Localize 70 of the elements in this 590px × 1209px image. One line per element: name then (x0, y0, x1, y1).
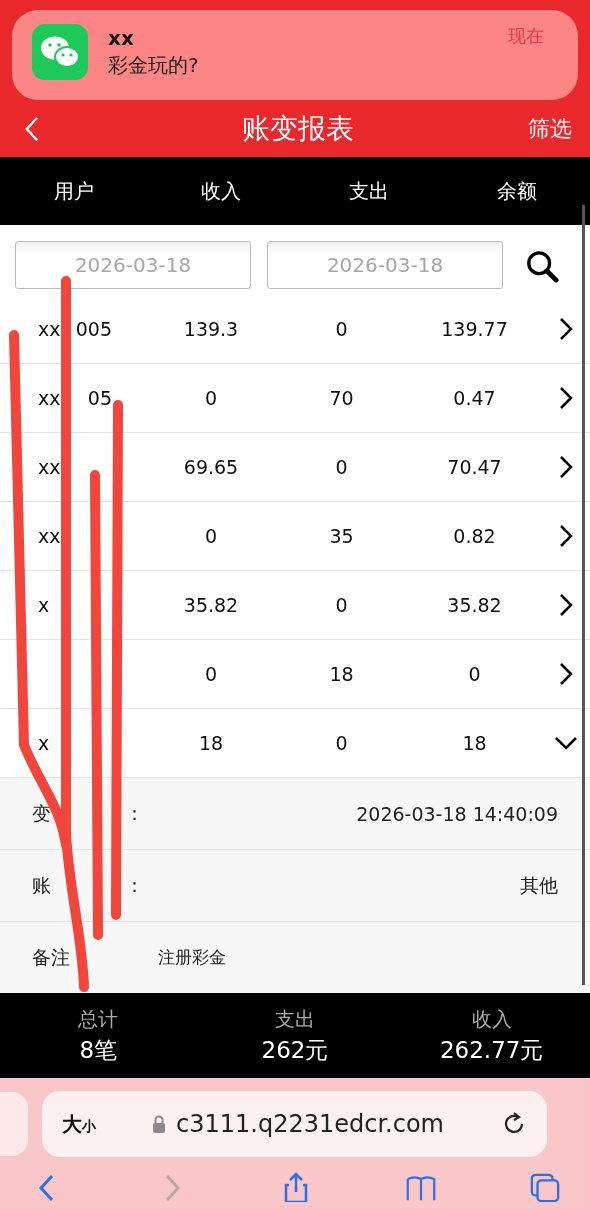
notification-message: 彩金玩的? (108, 52, 199, 79)
tabs-icon[interactable] (530, 1172, 560, 1202)
filter-button[interactable]: 筛选 (528, 113, 572, 144)
detail-label: ： (125, 872, 144, 898)
user-text: xx (38, 455, 61, 478)
column-header: 余额 (496, 177, 537, 205)
expense-cell: 0 (335, 731, 348, 754)
income-cell: 69.65 (183, 455, 239, 478)
user-text: xx (38, 386, 61, 409)
chevron-right-icon[interactable] (558, 592, 573, 617)
total-label: 支出 (275, 1005, 315, 1033)
search-icon[interactable] (525, 249, 559, 283)
income-cell: 0 (204, 524, 218, 547)
lock-icon (152, 1115, 166, 1133)
detail-label: ： (125, 800, 144, 826)
balance-cell: 0.47 (453, 386, 496, 409)
balance-cell: 70.47 (447, 455, 502, 478)
chevron-right-icon[interactable] (558, 385, 573, 410)
income-cell: 139.3 (183, 317, 239, 340)
user-text: xx (38, 317, 61, 340)
balance-cell: 0 (468, 662, 481, 685)
income-cell: 0 (204, 662, 218, 685)
user-text: 05 (87, 386, 112, 409)
expense-cell: 35 (329, 524, 354, 547)
user-text: x (38, 593, 50, 616)
chevron-right-icon[interactable] (558, 316, 573, 341)
user-text: xx (38, 524, 61, 547)
column-header: 用户 (53, 177, 94, 205)
balance-cell: 35.82 (447, 593, 502, 616)
income-cell: 35.82 (183, 593, 239, 616)
address-bar[interactable]: 大小 c3111.q2231edcr.com (42, 1091, 547, 1157)
column-header: 收入 (201, 177, 241, 205)
detail-label: 变 (32, 800, 51, 826)
income-cell: 18 (198, 731, 224, 754)
date-field[interactable]: 2026-03-18 (15, 241, 251, 289)
income-cell: 0 (204, 386, 218, 409)
total-label: 收入 (471, 1005, 512, 1033)
balance-cell: 0.82 (453, 524, 496, 547)
chat-app-icon (32, 24, 88, 80)
expense-cell: 0 (335, 317, 348, 340)
notification-time: 现在 (508, 24, 544, 48)
detail-value: 其他 (520, 872, 558, 898)
notification-sender: xx (108, 26, 135, 50)
column-header: 支出 (349, 177, 389, 205)
back-icon[interactable] (24, 114, 39, 143)
remark-value: 注册彩金 (158, 946, 226, 969)
detail-label: 账 (32, 872, 51, 898)
notification-card[interactable]: xx 彩金玩的? 现在 (12, 10, 578, 100)
detail-label: 备注 (32, 944, 70, 970)
chevron-right-icon[interactable] (558, 523, 573, 548)
expense-cell: 0 (335, 455, 348, 478)
total-value: 8笔 (79, 1035, 118, 1065)
date-field[interactable]: 2026-03-18 (267, 241, 503, 289)
balance-cell: 139.77 (441, 317, 508, 340)
url-text: c3111.q2231edcr.com (176, 1110, 444, 1138)
total-value: 262.77元 (439, 1035, 544, 1065)
expense-cell: 0 (335, 593, 348, 616)
user-text: x (38, 731, 50, 754)
chevron-right-icon[interactable] (558, 661, 573, 686)
page-title: 账变报表 (241, 110, 354, 147)
text-size-button[interactable]: 大小 (62, 1111, 96, 1136)
expense-cell: 18 (329, 662, 354, 685)
expense-cell: 70 (329, 386, 354, 409)
chevron-right-icon[interactable] (558, 454, 573, 479)
chevron-down-icon[interactable] (553, 735, 578, 750)
total-value: 262元 (261, 1035, 329, 1065)
user-text: 005 (75, 317, 112, 340)
total-label: 总计 (78, 1005, 119, 1033)
detail-value: 2026-03-18 14:40:09 (356, 802, 558, 825)
balance-cell: 18 (462, 731, 487, 754)
